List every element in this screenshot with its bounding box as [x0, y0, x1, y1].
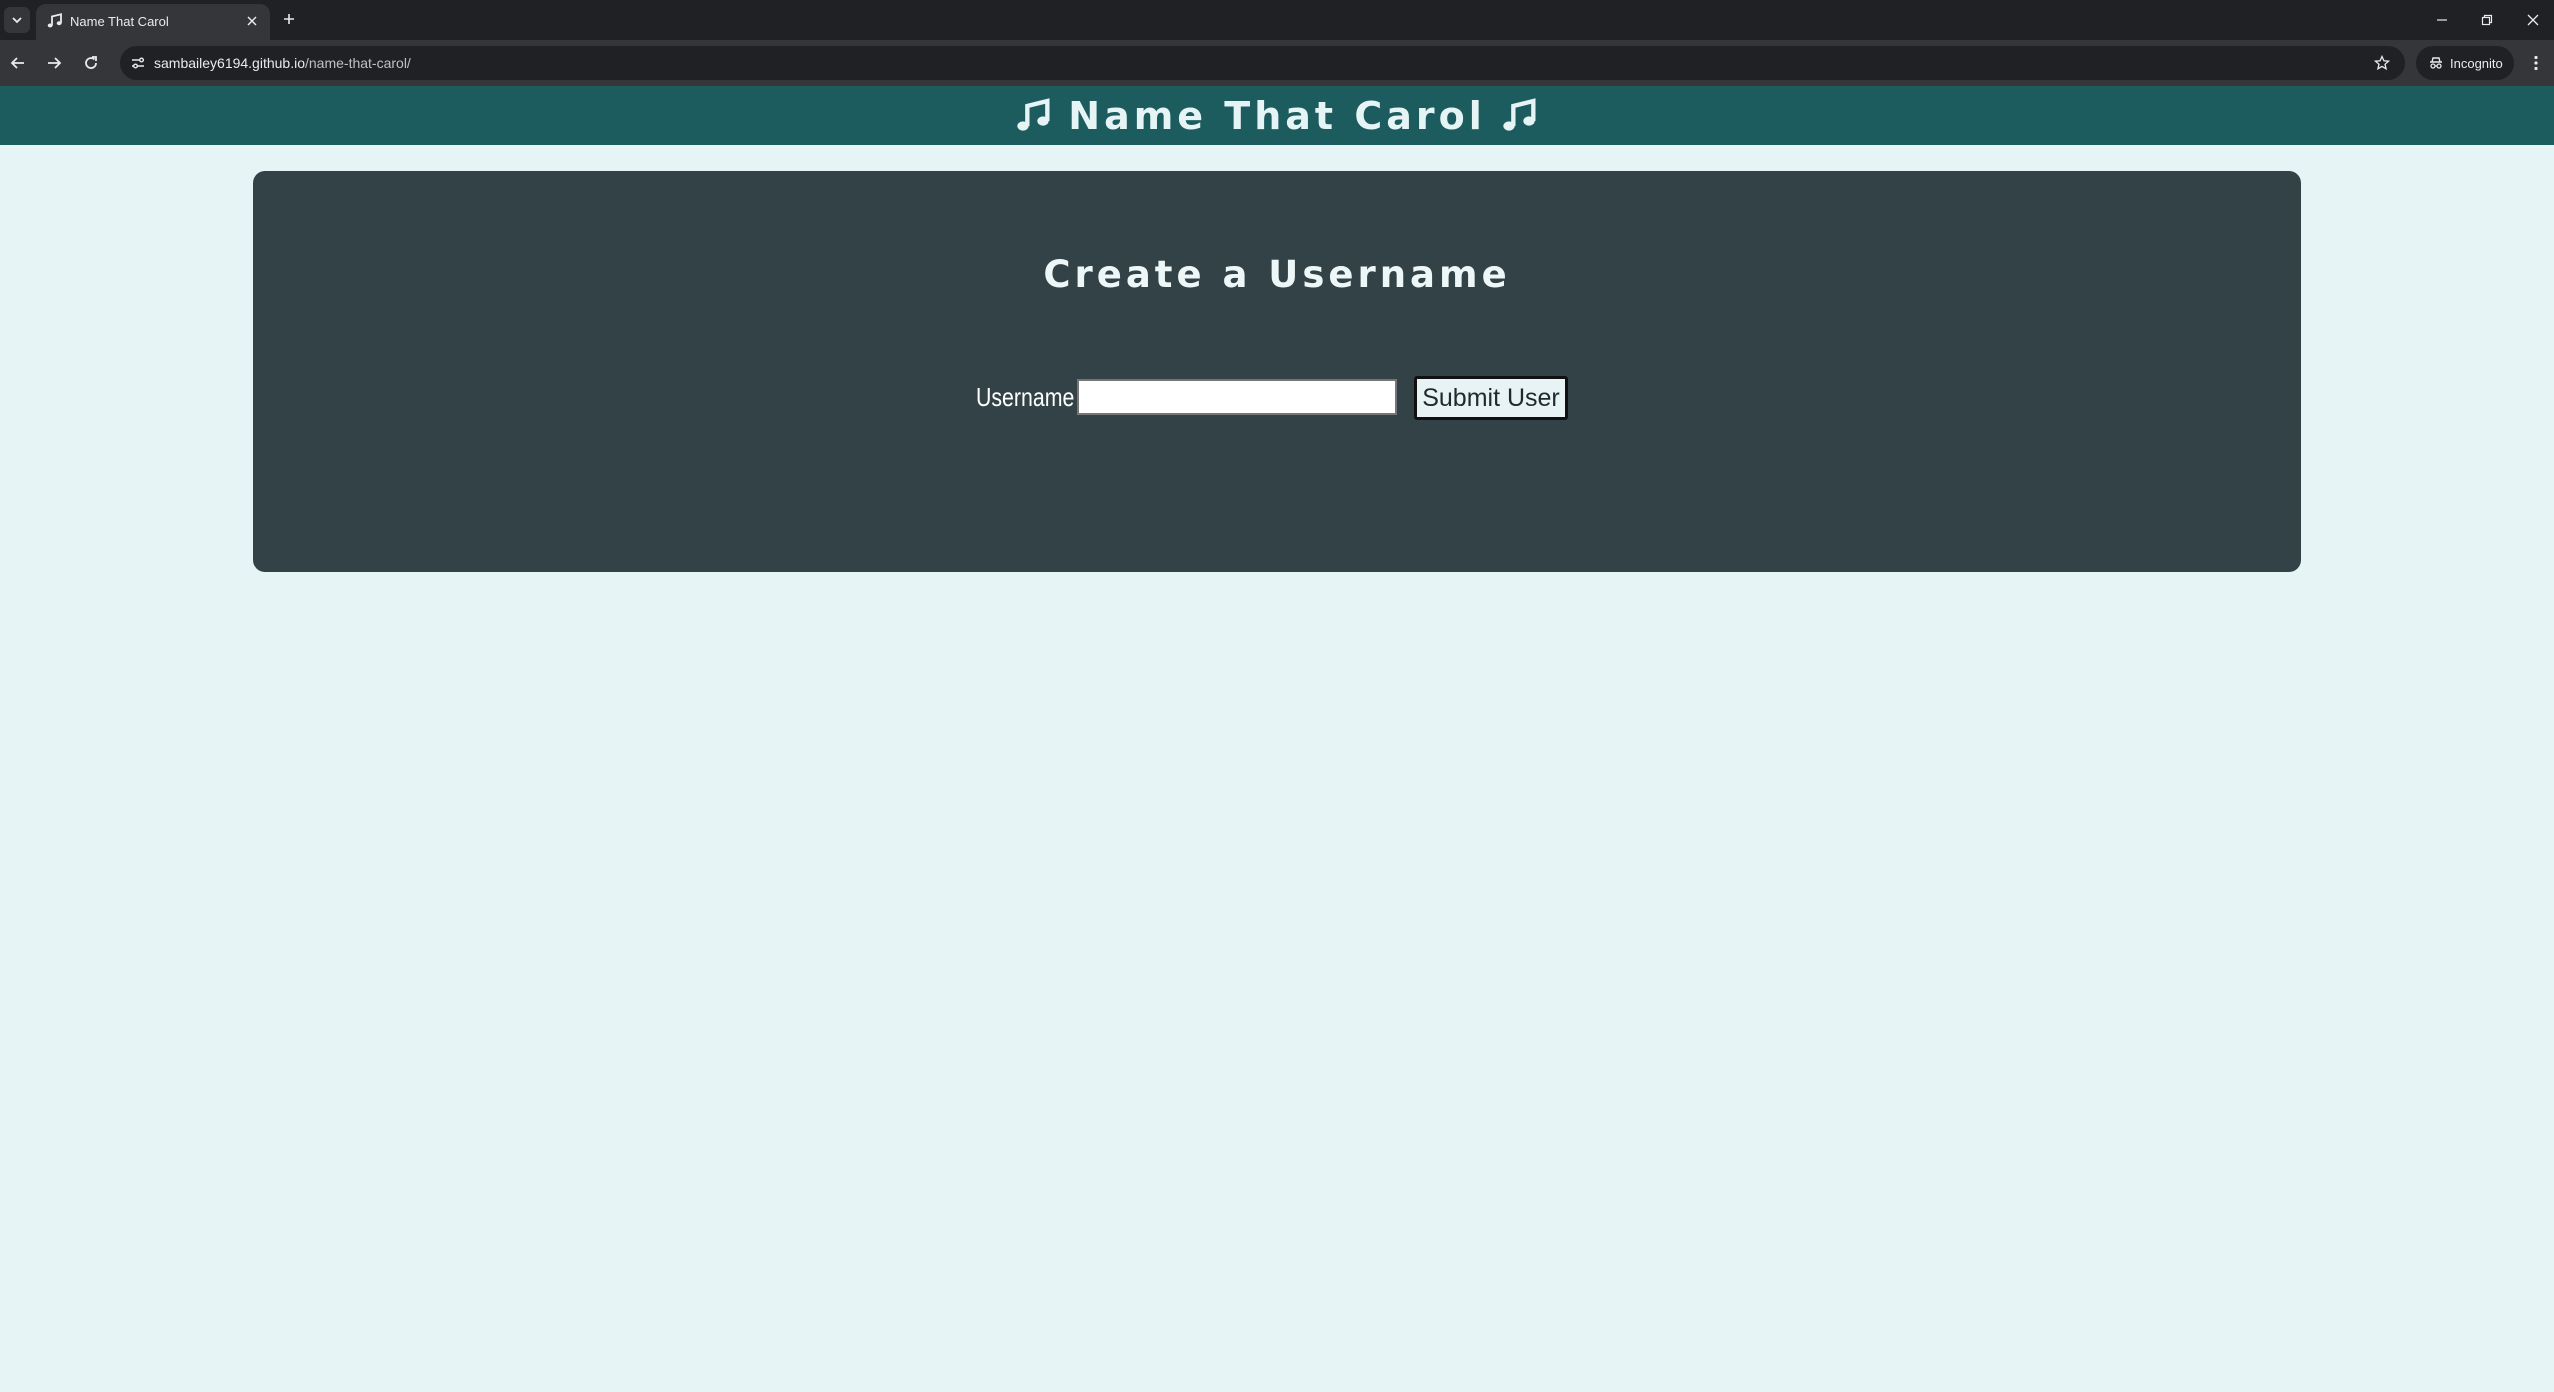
restore-button[interactable] [2475, 8, 2499, 32]
url-host: sambailey6194.github.io [154, 55, 305, 71]
username-label: Username [976, 382, 1075, 412]
username-card: Create a Username Username Submit User [253, 171, 2301, 572]
bookmark-button[interactable] [2371, 52, 2393, 74]
plus-icon [284, 14, 294, 24]
card-heading: Create a Username [1043, 253, 1511, 296]
window-close-button[interactable] [2521, 8, 2545, 32]
tune-icon [132, 57, 144, 69]
site-title-text: Name That Carol [1068, 93, 1486, 138]
more-vert-icon [2534, 55, 2538, 71]
forward-button[interactable] [42, 51, 66, 75]
reload-button[interactable] [79, 51, 103, 75]
chevron-down-icon [12, 17, 22, 24]
close-icon [247, 16, 257, 26]
browser-tab[interactable]: Name That Carol [36, 4, 270, 40]
music-note-icon [1503, 97, 1536, 131]
arrow-right-icon [48, 57, 62, 69]
address-bar[interactable]: sambailey6194.github.io/name-that-carol/ [120, 46, 2405, 80]
tab-close-button[interactable] [244, 13, 260, 29]
incognito-indicator[interactable]: Incognito [2416, 46, 2514, 80]
restore-icon [2481, 14, 2493, 26]
music-note-icon [1017, 97, 1050, 131]
minimize-icon [2437, 19, 2447, 21]
username-form: Username Submit User [253, 376, 2301, 420]
submit-user-button[interactable]: Submit User [1414, 376, 1568, 420]
arrow-left-icon [10, 57, 24, 69]
site-header: Name That Carol [0, 86, 2554, 145]
site-title: Name That Carol [1000, 94, 1553, 138]
star-icon [2374, 55, 2390, 71]
tab-search-button[interactable] [4, 7, 30, 33]
browser-tab-strip: Name That Carol [0, 0, 2554, 40]
site-info-button[interactable] [126, 51, 150, 75]
username-input[interactable] [1077, 379, 1397, 415]
browser-menu-button[interactable] [2524, 51, 2548, 75]
minimize-button[interactable] [2430, 8, 2454, 32]
url-path: /name-that-carol/ [305, 55, 411, 71]
reload-icon [85, 56, 97, 69]
new-tab-button[interactable] [278, 8, 300, 30]
url-text: sambailey6194.github.io/name-that-carol/ [154, 55, 411, 71]
music-note-icon [47, 13, 62, 28]
tab-title: Name That Carol [70, 14, 169, 29]
browser-toolbar: sambailey6194.github.io/name-that-carol/… [0, 40, 2554, 86]
back-button[interactable] [6, 51, 30, 75]
incognito-label: Incognito [2450, 55, 2503, 71]
close-icon [2527, 14, 2539, 26]
incognito-icon [2430, 57, 2442, 69]
